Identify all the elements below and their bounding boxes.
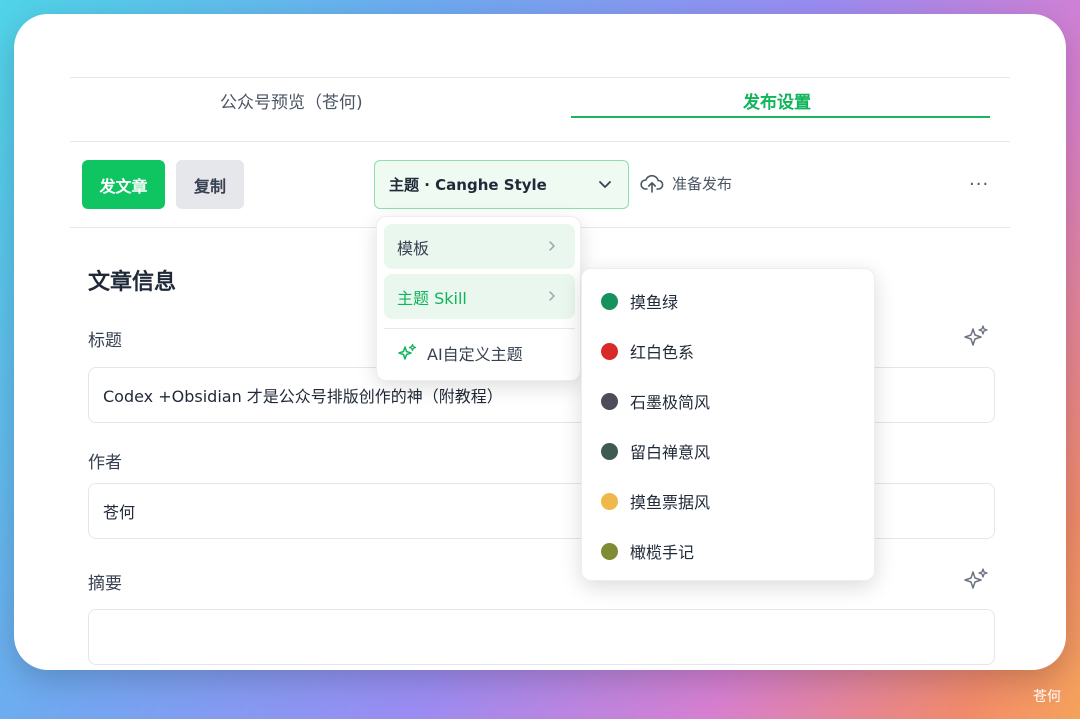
menu-item-label: 模板 (397, 238, 430, 258)
theme-option-label: 留白禅意风 (630, 443, 711, 462)
theme-option[interactable]: 摸鱼票据风 (601, 489, 710, 513)
menu-item-label: AI自定义主题 (427, 345, 523, 364)
publish-article-button[interactable]: 发文章 (82, 160, 165, 209)
theme-option[interactable]: 橄榄手记 (601, 539, 694, 563)
color-swatch (601, 542, 618, 560)
color-swatch (601, 442, 618, 460)
tabs-divider (70, 141, 1010, 142)
chevron-right-icon (549, 241, 555, 251)
theme-select[interactable]: 主题 · Canghe Style (374, 160, 629, 209)
summary-label: 摘要 (88, 574, 122, 594)
section-title: 文章信息 (88, 270, 177, 295)
color-swatch (601, 492, 618, 510)
color-swatch (601, 342, 618, 360)
sparkle-icon (398, 343, 417, 360)
menu-item-theme-skill[interactable]: 主题 Skill (384, 274, 575, 319)
prepare-publish-label: 准备发布 (672, 174, 733, 193)
author-label: 作者 (88, 453, 122, 473)
theme-option[interactable]: 摸鱼绿 (601, 289, 678, 313)
theme-skill-submenu: 摸鱼绿 红白色系 石墨极简风 留白禅意风 摸鱼票据风 橄榄手记 (581, 268, 875, 581)
top-divider (70, 77, 1010, 78)
theme-option-label: 石墨极简风 (630, 393, 711, 412)
color-swatch (601, 292, 618, 310)
color-swatch (601, 392, 618, 410)
theme-option-label: 摸鱼票据风 (630, 493, 711, 512)
menu-item-label: 主题 Skill (397, 288, 467, 308)
active-tab-indicator (571, 116, 990, 118)
tab-preview[interactable]: 公众号预览（苍何) (220, 88, 363, 113)
summary-input[interactable] (88, 609, 995, 665)
more-options-icon[interactable]: ··· (969, 174, 989, 195)
tab-publish-settings[interactable]: 发布设置 (743, 88, 811, 113)
theme-option-label: 红白色系 (630, 343, 695, 362)
chevron-down-icon (599, 181, 611, 188)
menu-item-ai-custom-theme[interactable]: AI自定义主题 (397, 341, 523, 365)
copy-button[interactable]: 复制 (176, 160, 244, 209)
title-label: 标题 (88, 331, 122, 351)
watermark: 苍何 (1033, 689, 1061, 705)
ai-sparkle-icon[interactable] (963, 567, 989, 593)
chevron-right-icon (549, 291, 555, 301)
theme-option[interactable]: 留白禅意风 (601, 439, 710, 463)
menu-item-template[interactable]: 模板 (384, 224, 575, 269)
theme-dropdown-menu: 模板 主题 Skill AI自定义主题 (376, 216, 581, 381)
menu-divider (384, 328, 575, 329)
theme-option[interactable]: 红白色系 (601, 339, 694, 363)
settings-card: 公众号预览（苍何) 发布设置 发文章 复制 主题 · Canghe Style … (14, 14, 1066, 670)
theme-option-label: 摸鱼绿 (630, 293, 679, 312)
theme-select-value: 主题 · Canghe Style (389, 176, 547, 194)
cloud-upload-icon (640, 174, 664, 193)
prepare-publish-button[interactable]: 准备发布 (640, 172, 732, 194)
theme-option-label: 橄榄手记 (630, 543, 695, 562)
ai-sparkle-icon[interactable] (963, 324, 989, 350)
theme-option[interactable]: 石墨极简风 (601, 389, 710, 413)
